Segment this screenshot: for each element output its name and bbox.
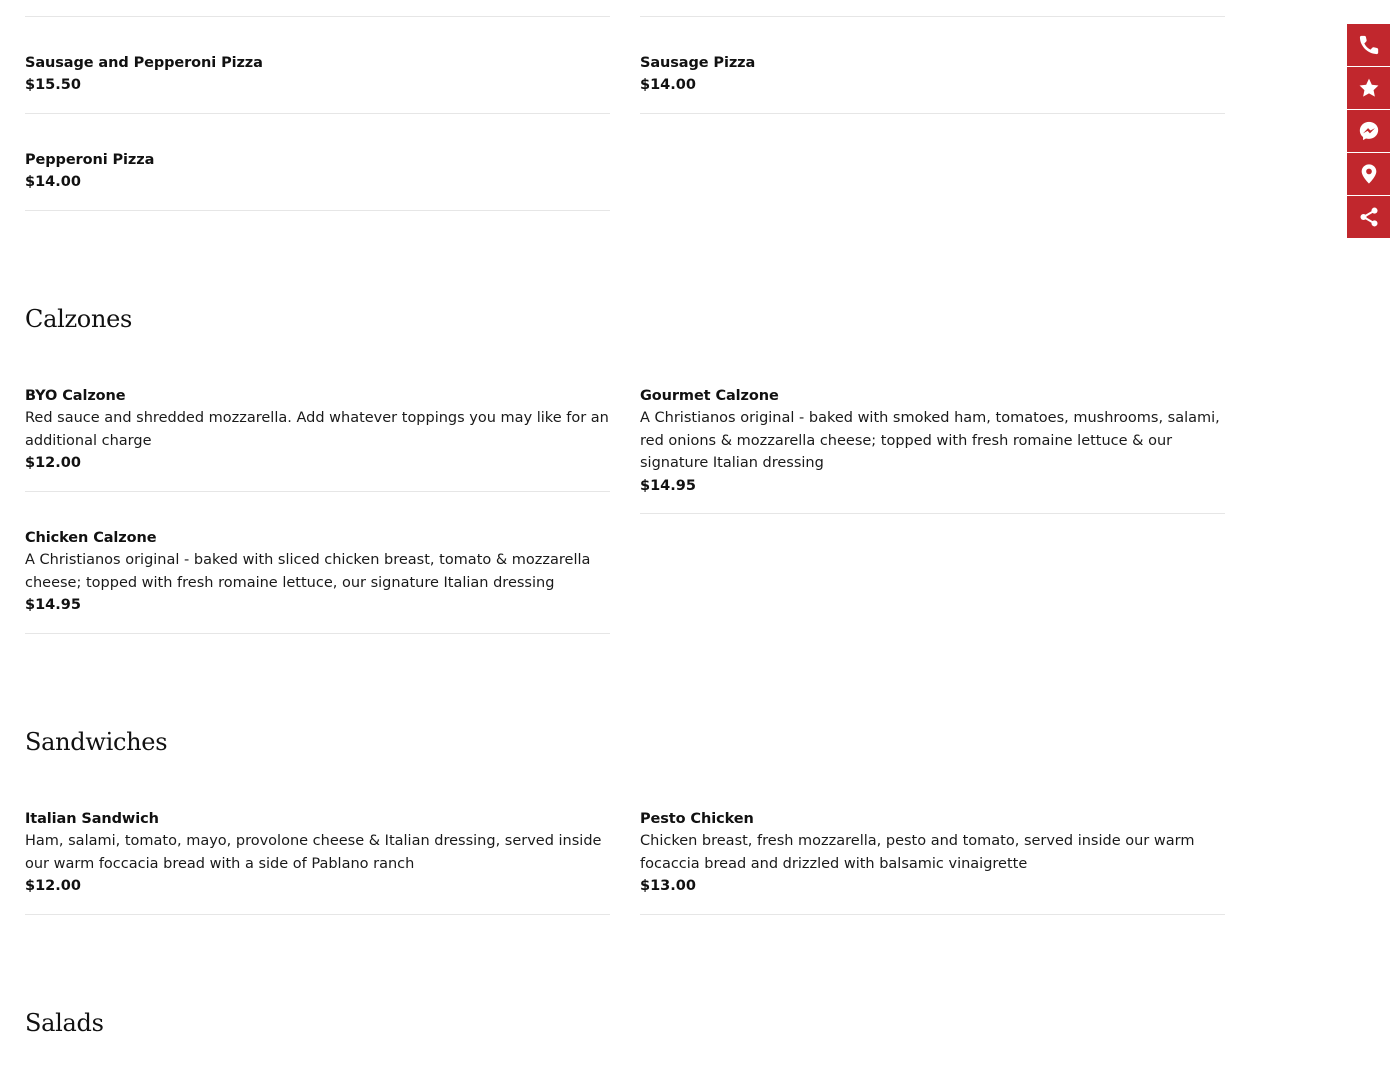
menu-item[interactable]: Italian Sandwich Ham, salami, tomato, ma… [25,808,610,897]
item-description: Red sauce and shredded mozzarella. Add w… [25,410,609,449]
item-divider [25,633,610,634]
item-divider [640,16,1225,17]
section-title-calzones: Calzones [25,305,133,333]
star-icon [1359,78,1378,97]
item-name: Pesto Chicken [640,811,754,827]
menu-item[interactable]: Sausage Pizza $14.00 [640,52,1225,96]
item-price: $14.95 [640,477,696,494]
menu-item[interactable]: Pepperoni Pizza $14.00 [25,149,610,193]
directions-button[interactable] [1347,153,1390,196]
phone-icon [1359,35,1378,55]
item-name: Chicken Calzone [25,530,157,546]
item-divider [640,914,1225,915]
menu-item[interactable]: BYO Calzone Red sauce and shredded mozza… [25,385,610,474]
item-divider [25,210,610,211]
item-description: A Christianos original - baked with slic… [25,552,591,591]
share-button[interactable] [1347,196,1390,239]
item-divider [25,16,610,17]
item-price: $14.95 [25,597,81,613]
item-name: Gourmet Calzone [640,388,779,404]
item-price: $14.00 [25,174,81,190]
menu-page: Sausage and Pepperoni Pizza $15.50 Sausa… [0,0,1390,1087]
messenger-icon [1359,121,1378,141]
item-divider [640,513,1225,514]
item-description: Chicken breast, fresh mozzarella, pesto … [640,833,1195,872]
item-divider [25,914,610,915]
item-name: Sausage Pizza [640,55,756,71]
item-name: Pepperoni Pizza [25,152,155,168]
menu-item[interactable]: Pesto Chicken Chicken breast, fresh mozz… [640,808,1225,897]
menu-item[interactable]: Gourmet Calzone A Christianos original -… [640,385,1225,497]
item-description: A Christianos original - baked with smok… [640,410,1220,471]
item-divider [25,491,610,492]
item-price: $15.50 [25,77,81,93]
floating-action-bar [1347,24,1390,239]
reviews-button[interactable] [1347,67,1390,110]
menu-item[interactable]: Chicken Calzone A Christianos original -… [25,527,610,616]
item-divider [25,113,610,114]
item-price: $12.00 [25,455,81,471]
item-name: BYO Calzone [25,388,126,404]
item-price: $14.00 [640,77,696,93]
call-button[interactable] [1347,24,1390,67]
section-title-salads: Salads [25,1009,104,1037]
menu-item[interactable]: Sausage and Pepperoni Pizza $15.50 [25,52,610,96]
section-title-sandwiches: Sandwiches [25,728,168,756]
item-description: Ham, salami, tomato, mayo, provolone che… [25,833,602,872]
item-price: $12.00 [25,878,81,894]
map-pin-icon [1361,164,1376,184]
item-name: Sausage and Pepperoni Pizza [25,55,263,71]
messenger-button[interactable] [1347,110,1390,153]
item-divider [640,113,1225,114]
item-name: Italian Sandwich [25,811,159,827]
item-price: $13.00 [640,878,696,894]
share-icon [1359,207,1378,227]
